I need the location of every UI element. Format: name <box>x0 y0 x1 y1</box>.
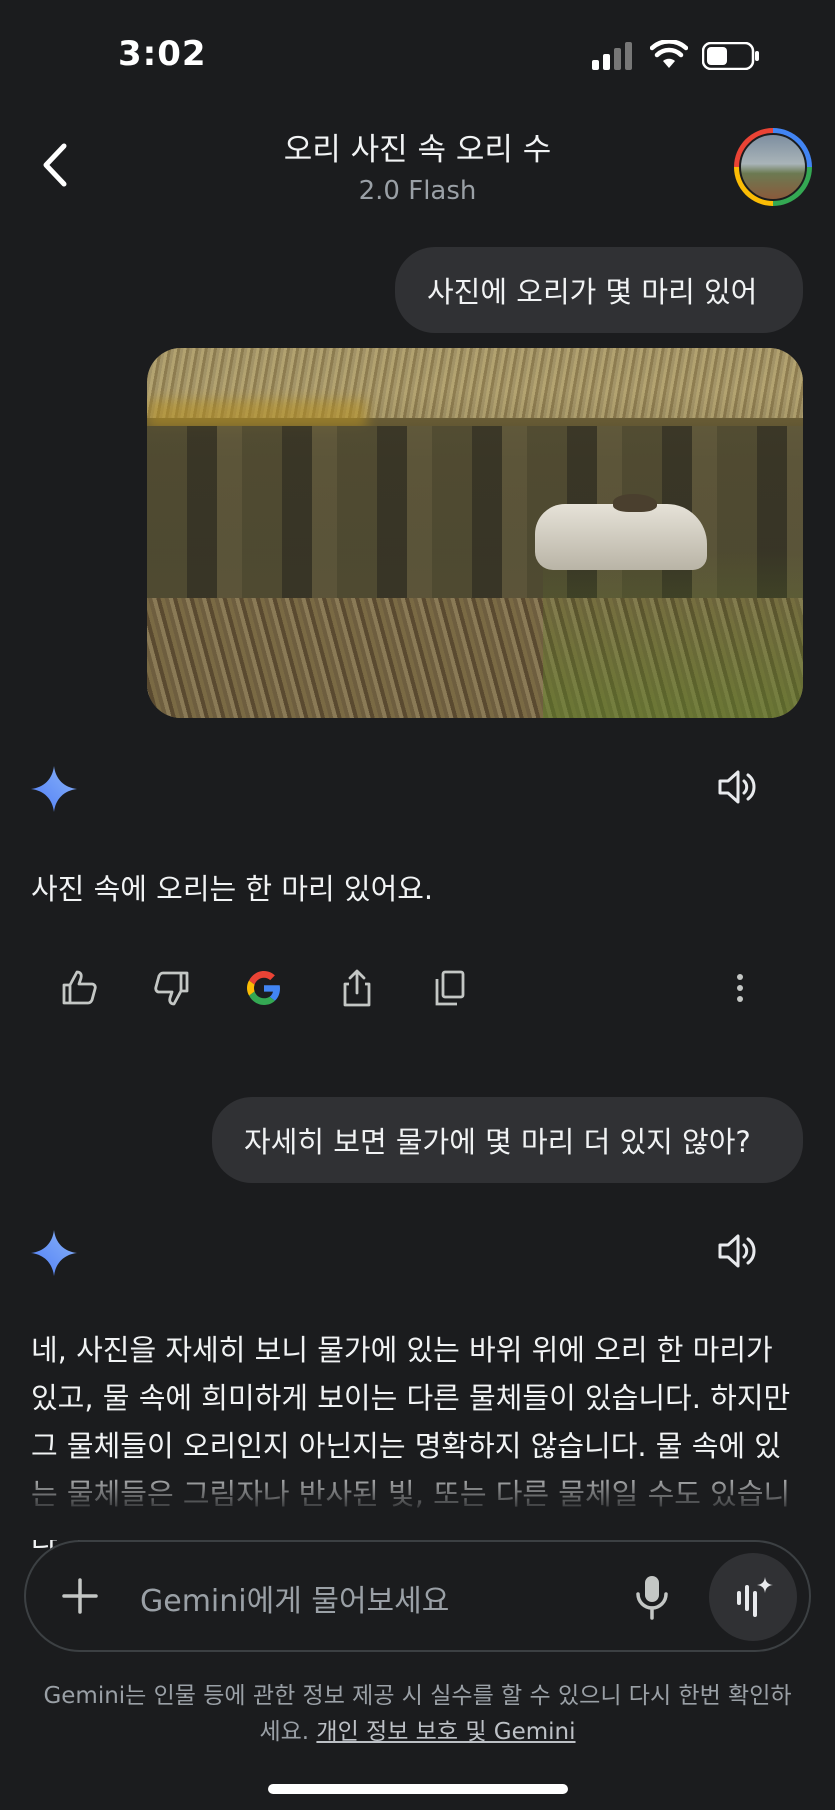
attached-photo[interactable] <box>147 348 803 718</box>
status-time: 3:02 <box>118 34 207 74</box>
cellular-signal-icon <box>592 42 632 70</box>
model-name[interactable]: 2.0 Flash <box>0 176 835 206</box>
prompt-input[interactable]: Gemini에게 물어보세요 <box>140 1576 449 1620</box>
google-g-icon[interactable] <box>244 968 284 1008</box>
gemini-sparkle-icon <box>31 1230 77 1276</box>
plus-icon[interactable] <box>58 1574 102 1618</box>
user-message-bubble: 사진에 오리가 몇 마리 있어 <box>395 247 803 333</box>
conversation-title: 오리 사진 속 오리 수 <box>283 132 552 168</box>
battery-icon <box>702 42 759 70</box>
gemini-response: 사진 속에 오리는 한 마리 있어요. <box>31 872 434 906</box>
copy-icon[interactable] <box>430 968 470 1008</box>
thumbs-down-icon[interactable] <box>152 968 192 1008</box>
scroll-fade <box>0 1460 835 1540</box>
live-sparkle-icon <box>737 1577 773 1617</box>
thumbs-up-icon[interactable] <box>59 968 99 1008</box>
home-indicator[interactable] <box>268 1784 568 1794</box>
gemini-sparkle-icon <box>31 766 77 812</box>
avatar[interactable] <box>734 128 812 206</box>
speaker-icon[interactable] <box>717 767 759 807</box>
wifi-icon <box>650 40 688 68</box>
mic-icon[interactable] <box>632 1574 672 1620</box>
disclaimer: Gemini는 인물 등에 관한 정보 제공 시 실수를 할 수 있으니 다시 … <box>40 1678 795 1750</box>
share-icon[interactable] <box>337 968 377 1008</box>
live-button[interactable] <box>709 1553 797 1641</box>
user-message-bubble: 자세히 보면 물가에 몇 마리 더 있지 않아? <box>212 1097 803 1183</box>
speaker-icon[interactable] <box>717 1231 759 1271</box>
privacy-link[interactable]: 개인 정보 보호 및 Gemini <box>316 1719 575 1745</box>
more-vertical-icon[interactable] <box>720 968 760 1008</box>
